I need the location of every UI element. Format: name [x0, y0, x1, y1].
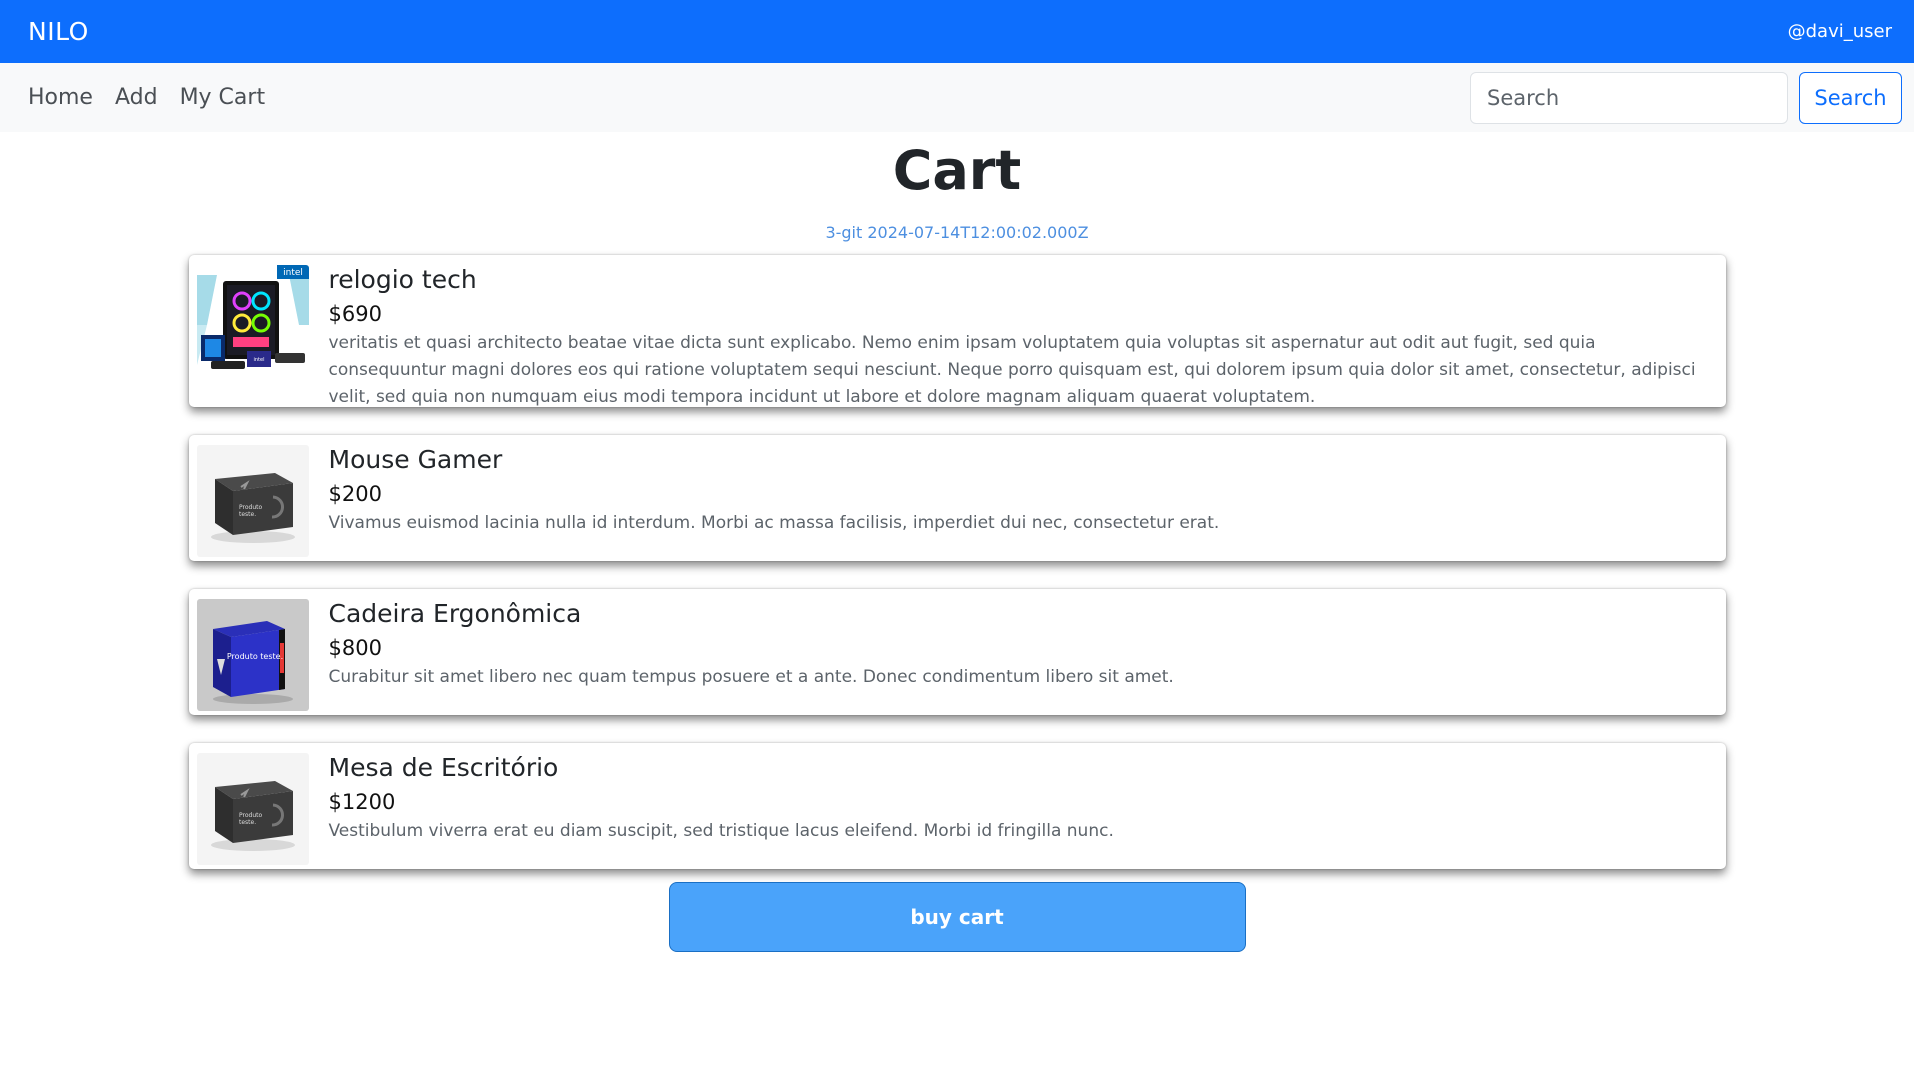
black-product-box-image: Produto teste. — [196, 445, 309, 557]
item-name: Cadeira Ergonômica — [328, 599, 582, 628]
search-input[interactable] — [1470, 71, 1788, 124]
svg-text:teste.: teste. — [239, 819, 256, 826]
item-price: $200 — [328, 482, 382, 506]
cart-item-body: Cadeira Ergonômica $800 Curabitur sit am… — [329, 598, 1712, 715]
item-price: $690 — [328, 302, 382, 326]
box-label: Produto teste. — [226, 652, 282, 661]
brand-logo[interactable]: NILO — [28, 17, 89, 46]
search-form: Search — [1470, 71, 1902, 124]
black-product-box-image: Produto teste. — [196, 753, 309, 865]
buy-wrap: buy cart — [0, 882, 1914, 952]
navbar: Home Add My Cart Search — [0, 63, 1914, 132]
item-description: Vivamus euismod lacinia nulla id interdu… — [328, 513, 1220, 533]
item-description: veritatis et quasi architecto beatae vit… — [328, 333, 1696, 407]
gaming-pc-image: intel intel — [196, 265, 309, 377]
nav-link-my-cart[interactable]: My Cart — [180, 85, 266, 110]
item-price: $800 — [328, 636, 382, 660]
svg-text:Produto: Produto — [239, 504, 262, 511]
nav-link-add[interactable]: Add — [115, 85, 158, 110]
svg-text:intel: intel — [253, 357, 264, 363]
svg-text:Produto: Produto — [239, 812, 262, 819]
cart-item-body: relogio tech $690 veritatis et quasi arc… — [329, 264, 1712, 407]
item-price: $1200 — [328, 790, 396, 814]
svg-text:intel: intel — [283, 268, 303, 278]
cart-item-body: Mesa de Escritório $1200 Vestibulum vive… — [329, 752, 1712, 869]
cart-item: intel intel relogio tech $690 veritatis … — [188, 255, 1726, 407]
item-name: Mesa de Escritório — [328, 753, 559, 782]
item-name: relogio tech — [328, 265, 477, 294]
cart-item: Produto teste. Mesa de Escritório $1200 … — [188, 743, 1726, 869]
item-description: Vestibulum viverra erat eu diam suscipit… — [328, 821, 1114, 841]
item-name: Mouse Gamer — [328, 445, 503, 474]
blue-product-box-image: Produto teste. — [196, 599, 309, 711]
item-description: Curabitur sit amet libero nec quam tempu… — [328, 667, 1174, 687]
svg-text:teste.: teste. — [239, 511, 256, 518]
page-title: Cart — [892, 139, 1022, 202]
buy-cart-button[interactable]: buy cart — [668, 882, 1246, 952]
top-bar: NILO @davi_user — [0, 0, 1914, 63]
username: @davi_user — [1787, 21, 1892, 42]
nav-link-home[interactable]: Home — [28, 85, 93, 110]
cart-item: Produto teste. Cadeira Ergonômica $800 C… — [188, 589, 1726, 715]
cart-list: intel intel relogio tech $690 veritatis … — [188, 255, 1726, 869]
version-label: 3-git 2024-07-14T12:00:02.000Z — [825, 223, 1089, 242]
cart-item: Produto teste. Mouse Gamer $200 Vivamus … — [188, 435, 1726, 561]
cart-item-body: Mouse Gamer $200 Vivamus euismod lacinia… — [329, 444, 1712, 561]
search-button[interactable]: Search — [1799, 71, 1902, 124]
nav-links: Home Add My Cart — [28, 85, 287, 110]
